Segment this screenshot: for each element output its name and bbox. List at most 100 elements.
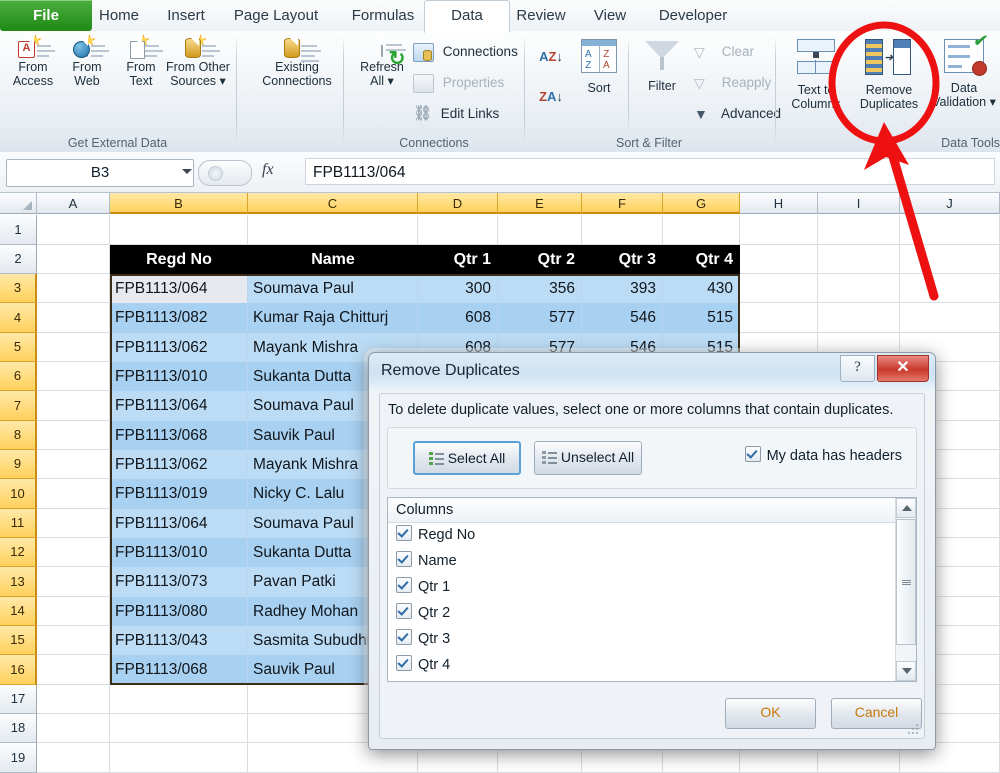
- cell[interactable]: [740, 274, 818, 303]
- cell[interactable]: [740, 245, 818, 274]
- cell[interactable]: [900, 274, 1000, 303]
- table-cell[interactable]: 608: [418, 303, 498, 333]
- cell[interactable]: [248, 215, 418, 245]
- cell[interactable]: [37, 685, 110, 714]
- table-cell[interactable]: FPB1113/068: [110, 421, 248, 450]
- dialog-resize-grip[interactable]: [908, 723, 920, 735]
- table-cell[interactable]: 393: [582, 274, 663, 303]
- cell[interactable]: [37, 479, 110, 509]
- ribbon-tab-developer[interactable]: Developer: [634, 0, 752, 31]
- row-header-11[interactable]: 11: [0, 509, 37, 538]
- data-validation-button[interactable]: ✔ Data Validation ▾: [928, 34, 1000, 133]
- sort-button[interactable]: AZ ZA Sort: [572, 35, 626, 133]
- table-cell[interactable]: FPB1113/019: [110, 479, 248, 509]
- table-cell[interactable]: Kumar Raja Chitturj: [248, 303, 418, 333]
- row-header-13[interactable]: 13: [0, 567, 37, 597]
- filter-button[interactable]: Filter: [634, 35, 690, 133]
- table-cell[interactable]: 515: [663, 303, 740, 333]
- table-cell[interactable]: 546: [582, 303, 663, 333]
- table-cell[interactable]: FPB1113/073: [110, 567, 248, 597]
- formula-input[interactable]: FPB1113/064: [305, 158, 995, 185]
- table-cell[interactable]: FPB1113/062: [110, 333, 248, 362]
- scroll-down-button[interactable]: [896, 661, 916, 681]
- table-cell[interactable]: FPB1113/082: [110, 303, 248, 333]
- columns-list-scrollbar[interactable]: [895, 498, 916, 681]
- table-cell[interactable]: FPB1113/080: [110, 597, 248, 626]
- column-list-item[interactable]: Regd No: [388, 523, 897, 548]
- cell[interactable]: [110, 215, 248, 245]
- column-list-item[interactable]: Name: [388, 549, 897, 574]
- cell[interactable]: [818, 274, 900, 303]
- column-list-item[interactable]: Qtr 2: [388, 601, 897, 626]
- column-list-item[interactable]: Qtr 4: [388, 653, 897, 678]
- row-header-7[interactable]: 7: [0, 391, 37, 421]
- cell[interactable]: [37, 421, 110, 450]
- cell[interactable]: [37, 333, 110, 362]
- row-header-5[interactable]: 5: [0, 333, 37, 362]
- cell[interactable]: [37, 215, 110, 245]
- select-all-button[interactable]: Select All: [413, 441, 521, 475]
- scroll-up-button[interactable]: [896, 498, 916, 518]
- column-header-I[interactable]: I: [818, 193, 900, 214]
- table-cell[interactable]: Soumava Paul: [248, 274, 418, 303]
- table-cell[interactable]: FPB1113/064: [110, 274, 248, 303]
- cell[interactable]: [37, 509, 110, 538]
- cancel-enter-buttons[interactable]: [198, 160, 252, 186]
- insert-function-icon[interactable]: fx: [262, 161, 274, 179]
- cell[interactable]: [740, 215, 818, 245]
- row-header-2[interactable]: 2: [0, 245, 37, 274]
- edit-links-button[interactable]: ⛓ Edit Links: [413, 101, 499, 126]
- name-box-dropdown-icon[interactable]: [182, 169, 192, 174]
- row-header-3[interactable]: 3: [0, 274, 37, 303]
- cell[interactable]: [37, 362, 110, 391]
- column-checkbox[interactable]: [396, 525, 412, 541]
- table-cell[interactable]: 356: [498, 274, 582, 303]
- advanced-button[interactable]: ▼ Advanced: [694, 101, 781, 126]
- cell[interactable]: [37, 391, 110, 421]
- table-cell[interactable]: FPB1113/043: [110, 626, 248, 655]
- row-header-12[interactable]: 12: [0, 538, 37, 567]
- table-cell[interactable]: FPB1113/010: [110, 538, 248, 567]
- from-access-button[interactable]: A From Access: [2, 34, 64, 133]
- sort-descending-button[interactable]: ZA↓: [534, 79, 568, 113]
- column-header-H[interactable]: H: [740, 193, 818, 214]
- column-header-C[interactable]: C: [248, 193, 418, 214]
- cell[interactable]: [110, 714, 248, 743]
- ribbon-tab-page-layout[interactable]: Page Layout: [210, 0, 342, 31]
- cell[interactable]: [818, 303, 900, 333]
- column-header-J[interactable]: J: [900, 193, 1000, 214]
- row-header-17[interactable]: 17: [0, 685, 37, 714]
- row-header-14[interactable]: 14: [0, 597, 37, 626]
- cell[interactable]: [900, 303, 1000, 333]
- cell[interactable]: [37, 274, 110, 303]
- cell[interactable]: [418, 215, 498, 245]
- cell[interactable]: [818, 245, 900, 274]
- cell[interactable]: [37, 245, 110, 274]
- cell[interactable]: [37, 626, 110, 655]
- column-header-D[interactable]: D: [418, 193, 498, 214]
- ribbon-tab-data[interactable]: Data: [424, 0, 510, 33]
- row-header-18[interactable]: 18: [0, 714, 37, 743]
- from-other-sources-button[interactable]: From Other Sources ▾: [160, 34, 236, 133]
- row-header-19[interactable]: 19: [0, 743, 37, 773]
- table-cell[interactable]: FPB1113/064: [110, 391, 248, 421]
- existing-connections-button[interactable]: Existing Connections: [258, 35, 336, 133]
- cell[interactable]: [740, 303, 818, 333]
- row-header-1[interactable]: 1: [0, 215, 37, 245]
- cell[interactable]: [110, 743, 248, 773]
- cell[interactable]: [498, 215, 582, 245]
- table-cell[interactable]: FPB1113/064: [110, 509, 248, 538]
- column-list-item[interactable]: Qtr 3: [388, 627, 897, 652]
- dialog-title-bar[interactable]: Remove Duplicates ? ✕: [369, 353, 935, 391]
- sort-ascending-button[interactable]: AZ↓: [534, 39, 568, 73]
- cell[interactable]: [37, 303, 110, 333]
- my-data-has-headers-checkbox[interactable]: My data has headers: [744, 446, 902, 464]
- column-checkbox[interactable]: [396, 577, 412, 593]
- cell[interactable]: [37, 567, 110, 597]
- text-to-columns-button[interactable]: Text to Columns: [780, 35, 852, 133]
- table-cell[interactable]: FPB1113/062: [110, 450, 248, 479]
- row-header-4[interactable]: 4: [0, 303, 37, 333]
- column-checkbox[interactable]: [396, 655, 412, 671]
- cell[interactable]: [37, 743, 110, 773]
- row-header-6[interactable]: 6: [0, 362, 37, 391]
